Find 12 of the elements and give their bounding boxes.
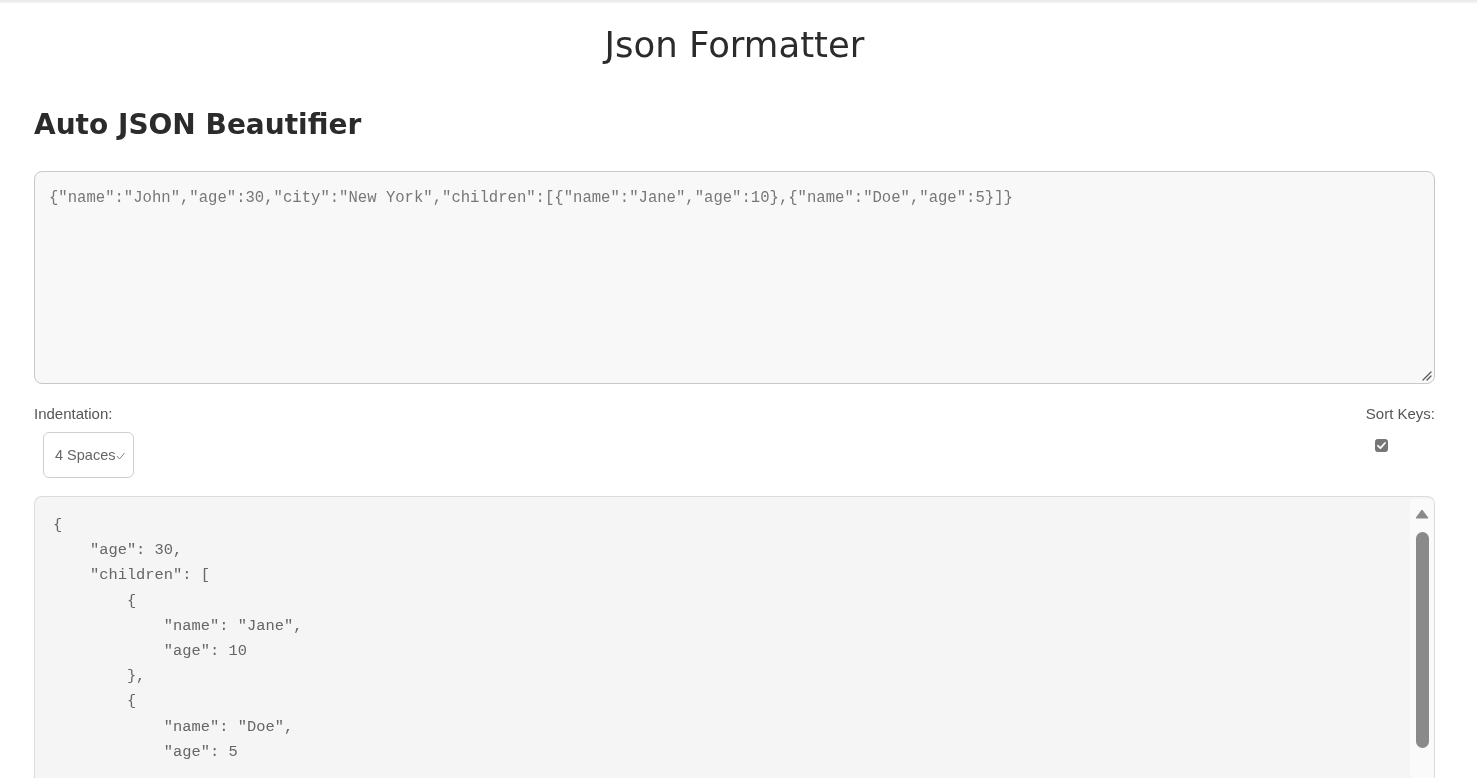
- scrollbar-thumb[interactable]: [1416, 532, 1429, 748]
- scroll-up-arrow-icon[interactable]: [1415, 509, 1429, 519]
- page-title: Json Formatter: [604, 23, 865, 67]
- caret-icon: [116, 451, 126, 460]
- sort-keys-label: Sort Keys:: [1365, 405, 1435, 423]
- resize-handle-icon[interactable]: [1421, 370, 1432, 381]
- indentation-select[interactable]: 4 Spaces: [43, 432, 135, 478]
- json-input-field[interactable]: {"name":"John","age":30,"city":"New York","children":[{"name":"Jane","age":10},{"name":"Doe","age":5}]}: [34, 171, 1435, 384]
- indentation-label: Indentation:: [34, 405, 113, 423]
- section-heading: Auto JSON Beautifier: [34, 107, 362, 143]
- checkbox[interactable]: [1375, 439, 1388, 452]
- json-output-field[interactable]: { "age": 30, "children": [ { "name": "Jane", "age": 10 }, { "name": "Doe", "age": 5: [34, 496, 1435, 778]
